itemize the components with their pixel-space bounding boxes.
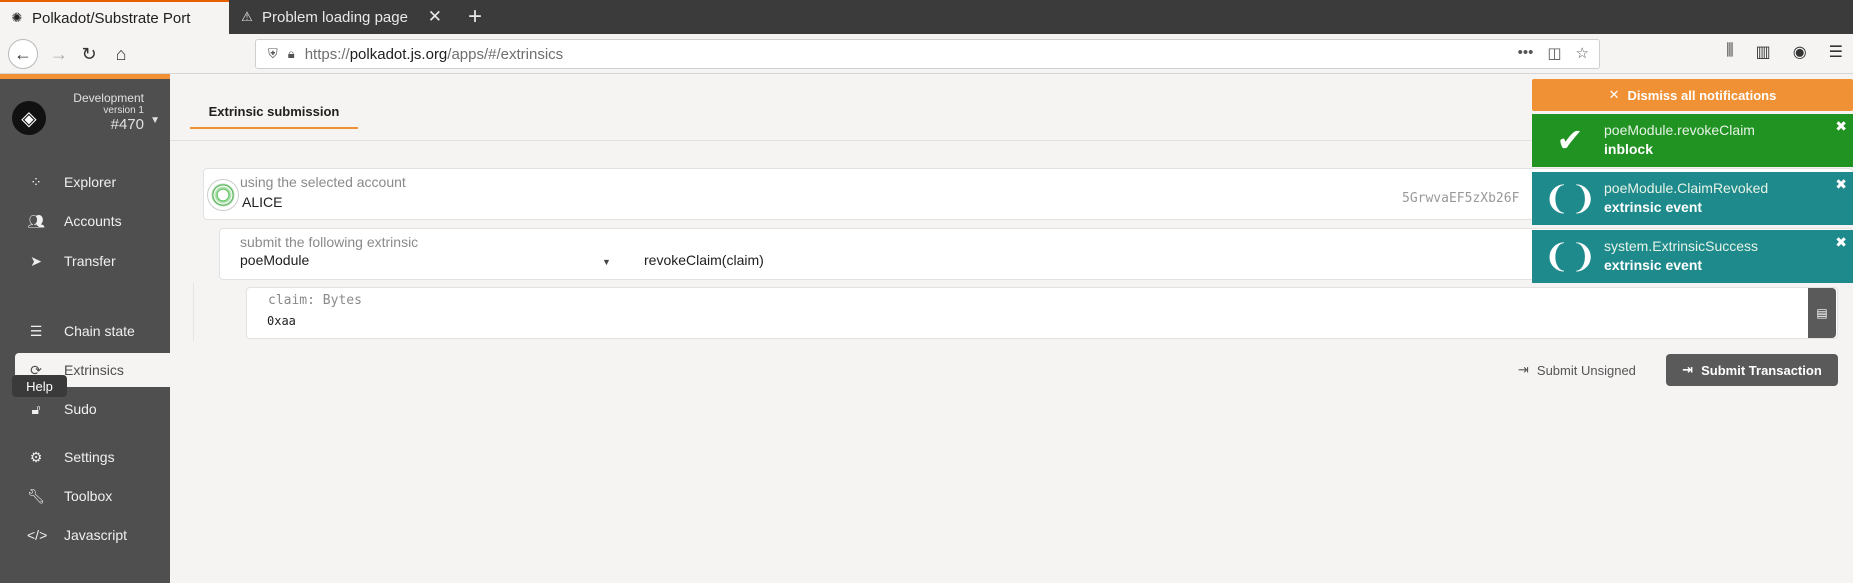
chain-name: Development bbox=[73, 91, 144, 105]
param-label: claim: Bytes bbox=[268, 293, 362, 308]
menu-icon[interactable]: ☰ bbox=[1829, 42, 1843, 62]
account-name: ALICE bbox=[242, 194, 283, 210]
sidebar-item-sudo[interactable]: 🔓︎ Sudo bbox=[15, 392, 170, 426]
send-icon: ➤ bbox=[30, 252, 42, 269]
tab-title: Problem loading page bbox=[262, 8, 408, 26]
submit-transaction-label: Submit Transaction bbox=[1701, 362, 1822, 378]
notification-title: poeModule.revokeClaim bbox=[1604, 122, 1755, 138]
forward-button[interactable]: → bbox=[44, 39, 74, 69]
sidebar-item-accounts[interactable]: 👥︎ Accounts bbox=[15, 204, 170, 238]
explorer-icon: ⁘ bbox=[30, 173, 42, 190]
reload-button[interactable]: ↻ bbox=[74, 39, 104, 69]
back-button[interactable]: ← bbox=[8, 39, 38, 69]
extrinsic-label: submit the following extrinsic bbox=[240, 234, 419, 250]
notification-revoke-claim: ✔ poeModule.revokeClaim inblock ✖ bbox=[1532, 114, 1853, 167]
check-icon: ✔ bbox=[1556, 122, 1584, 158]
notification-status: extrinsic event bbox=[1604, 199, 1703, 215]
method-dropdown[interactable]: revokeClaim(claim) bbox=[644, 252, 764, 268]
cogs-icon: ⚙ bbox=[29, 448, 43, 465]
sidebar-item-settings[interactable]: ⚙ Settings bbox=[15, 440, 170, 474]
close-icon[interactable]: ✖ bbox=[1835, 176, 1847, 193]
pocket-icon[interactable]: ◫ bbox=[1547, 44, 1561, 62]
dismiss-all-notifications-button[interactable]: ✕ Dismiss all notifications bbox=[1532, 79, 1853, 111]
sidebar-item-transfer[interactable]: ➤ Transfer bbox=[15, 244, 170, 278]
file-icon: ▤ bbox=[1816, 306, 1828, 320]
notification-status: inblock bbox=[1604, 141, 1654, 157]
tab-title: Polkadot/Substrate Port bbox=[32, 9, 191, 27]
submit-unsigned-button[interactable]: ⇥ Submit Unsigned bbox=[1518, 358, 1636, 382]
chain-version: version 1 bbox=[103, 105, 144, 116]
sidebar-item-label: Explorer bbox=[64, 174, 117, 190]
param-value[interactable]: 0xaa bbox=[267, 314, 296, 328]
notification-status: extrinsic event bbox=[1604, 257, 1703, 273]
browser-tab-problem[interactable]: ⚠ Problem loading page ✕ bbox=[230, 0, 452, 34]
close-tab-icon[interactable]: ✕ bbox=[428, 7, 442, 27]
close-icon[interactable]: ✖ bbox=[1835, 118, 1847, 135]
users-icon: 👥︎ bbox=[27, 212, 45, 229]
shield-icon[interactable]: ⛨ bbox=[268, 46, 278, 62]
file-upload-button[interactable]: ▤ bbox=[1808, 288, 1836, 338]
param-claim-input[interactable]: claim: Bytes 0xaa bbox=[246, 287, 1838, 339]
sidebar-item-javascript[interactable]: </> Javascript bbox=[15, 518, 170, 552]
database-icon: ☰ bbox=[29, 322, 43, 339]
sidebar-item-explorer[interactable]: ⁘ Explorer bbox=[15, 165, 170, 199]
account-identicon bbox=[207, 179, 239, 211]
sidebar-item-label: Javascript bbox=[64, 527, 128, 543]
new-tab-button[interactable]: + bbox=[460, 2, 490, 32]
sidebar-item-label: Transfer bbox=[64, 253, 116, 269]
unlock-icon: 🔓︎ bbox=[31, 400, 41, 417]
browser-tab-polkadot[interactable]: ✺ Polkadot/Substrate Port bbox=[0, 0, 229, 34]
browser-nav-bar: ← → ↻ ⌂ ⛨ 🔒︎ https://polkadot.js.org/app… bbox=[0, 34, 1853, 74]
url-path: /apps/#/extrinsics bbox=[447, 45, 564, 63]
account-address: 5GrwvaEF5zXb26F bbox=[1402, 191, 1520, 206]
submit-transaction-button[interactable]: ⇥ Submit Transaction bbox=[1666, 354, 1838, 386]
tab-extrinsic-submission[interactable]: Extrinsic submission bbox=[190, 96, 358, 129]
code-icon: </> bbox=[27, 527, 48, 543]
listening-icon: ❨❩ bbox=[1543, 180, 1597, 216]
sidebar-item-label: Sudo bbox=[64, 401, 97, 417]
wrench-icon: 🔧︎ bbox=[27, 487, 45, 504]
substrate-logo-icon: ◈ bbox=[12, 101, 46, 135]
sidebar-item-label: Toolbox bbox=[64, 488, 113, 504]
library-icon[interactable]: ⫼ bbox=[1726, 42, 1733, 62]
submit-unsigned-label: Submit Unsigned bbox=[1536, 362, 1636, 378]
notification-claim-revoked: ❨❩ poeModule.ClaimRevoked extrinsic even… bbox=[1532, 172, 1853, 225]
url-scheme: https:// bbox=[304, 45, 350, 63]
warning-icon: ⚠ bbox=[241, 9, 253, 24]
polkadot-favicon-icon: ✺ bbox=[11, 10, 23, 25]
notification-title: system.ExtrinsicSuccess bbox=[1604, 238, 1759, 254]
account-label: using the selected account bbox=[240, 174, 406, 190]
caret-down-icon[interactable]: ▼ bbox=[602, 257, 611, 267]
module-dropdown[interactable]: poeModule bbox=[240, 252, 309, 268]
sidebar-toggle-icon[interactable]: ▥ bbox=[1756, 42, 1771, 62]
lock-icon[interactable]: 🔒︎ bbox=[288, 46, 295, 62]
caret-down-icon: ▼ bbox=[150, 115, 160, 126]
sidebar-item-chain-state[interactable]: ☰ Chain state bbox=[15, 314, 170, 348]
chain-block-number: #470 bbox=[110, 116, 144, 133]
listening-icon: ❨❩ bbox=[1543, 238, 1597, 274]
url-bar[interactable]: ⛨ 🔒︎ https://polkadot.js.org/apps/#/extr… bbox=[255, 39, 1600, 69]
sidebar-item-label: Chain state bbox=[64, 323, 135, 339]
notification-title: poeModule.ClaimRevoked bbox=[1604, 180, 1769, 196]
app-sidebar: ◈ Development version 1 #470 ▼ ⁘ Explore… bbox=[0, 74, 170, 583]
page-actions-icon[interactable]: ••• bbox=[1518, 44, 1534, 62]
home-button[interactable]: ⌂ bbox=[106, 39, 136, 69]
close-icon: ✕ bbox=[1608, 87, 1620, 102]
chain-selector[interactable]: ◈ Development version 1 #470 ▼ bbox=[0, 79, 170, 149]
sidebar-item-label: Accounts bbox=[64, 213, 122, 229]
help-tooltip: Help bbox=[12, 375, 67, 397]
close-icon[interactable]: ✖ bbox=[1835, 234, 1847, 251]
sidebar-item-toolbox[interactable]: 🔧︎ Toolbox bbox=[15, 479, 170, 513]
dismiss-label: Dismiss all notifications bbox=[1627, 87, 1777, 103]
sign-in-icon: ⇥ bbox=[1518, 362, 1529, 377]
sign-in-icon: ⇥ bbox=[1682, 362, 1694, 377]
sidebar-item-label: Extrinsics bbox=[64, 362, 124, 378]
sidebar-item-label: Settings bbox=[64, 449, 115, 465]
url-host: polkadot.js.org bbox=[349, 45, 448, 63]
notification-extrinsic-success: ❨❩ system.ExtrinsicSuccess extrinsic eve… bbox=[1532, 230, 1853, 283]
bookmark-star-icon[interactable]: ☆ bbox=[1576, 44, 1589, 62]
browser-tab-bar: ✺ Polkadot/Substrate Port ⚠ Problem load… bbox=[0, 0, 1853, 34]
account-icon[interactable]: ◉ bbox=[1793, 42, 1807, 62]
